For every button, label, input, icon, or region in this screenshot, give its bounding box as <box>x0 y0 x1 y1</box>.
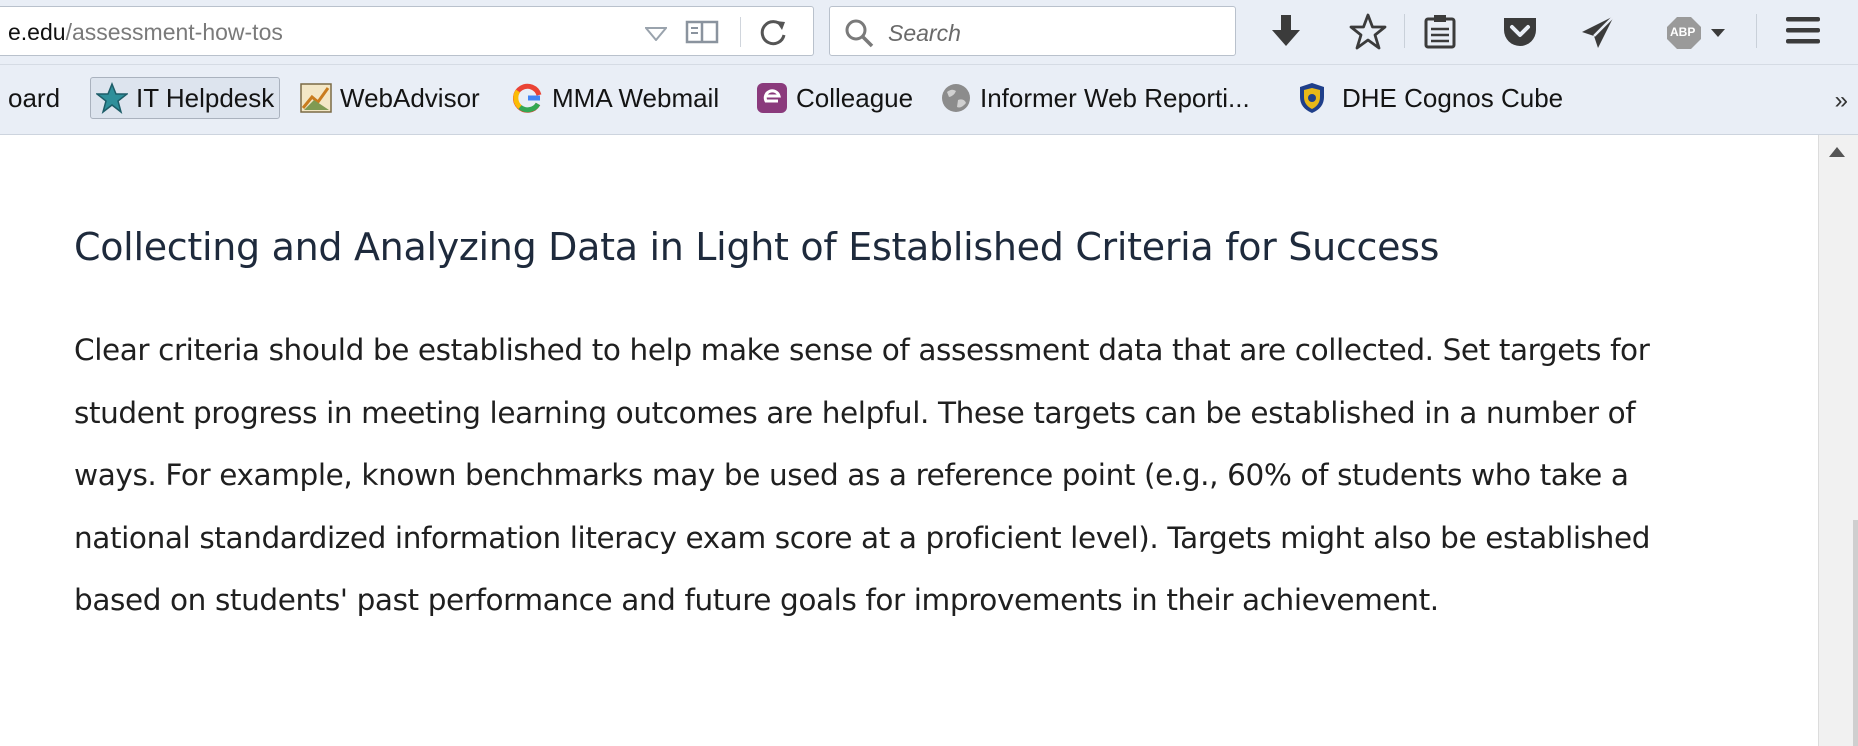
bookmark-it-helpdesk[interactable]: IT Helpdesk <box>90 77 281 119</box>
bookmark-label: WebAdvisor <box>340 82 480 113</box>
bookmarks-menu-icon[interactable] <box>1420 12 1460 52</box>
bookmark-label: Colleague <box>796 82 914 113</box>
bookmark-mma-webmail[interactable]: MMA Webmail <box>512 77 719 119</box>
star-icon <box>96 82 128 114</box>
adblock-label: ABP <box>1670 25 1696 39</box>
shield-icon <box>1300 83 1324 113</box>
toolbar-separator <box>1756 14 1757 48</box>
hamburger-menu-icon[interactable] <box>1784 14 1824 54</box>
adblock-button[interactable]: ABP <box>1666 16 1732 50</box>
chevron-down-icon <box>1711 29 1725 37</box>
url-path: /assessment-how-tos <box>65 19 283 45</box>
url-host: e.edu <box>8 19 66 45</box>
address-bar[interactable]: e.edu/assessment-how-tos <box>0 6 814 56</box>
colleague-icon <box>757 83 787 113</box>
bookmark-star-icon[interactable] <box>1348 12 1388 52</box>
reload-icon[interactable] <box>758 17 790 49</box>
vertical-scrollbar[interactable] <box>1818 135 1858 746</box>
bookmark-label: MMA Webmail <box>552 82 720 113</box>
toolbar-separator <box>1404 14 1405 48</box>
bookmark-informer[interactable]: Informer Web Reporti... <box>940 77 1250 119</box>
bookmark-label: IT Helpdesk <box>136 82 275 113</box>
search-box[interactable]: Search <box>829 6 1236 56</box>
webadvisor-icon <box>300 83 332 113</box>
bookmark-webadvisor[interactable]: WebAdvisor <box>300 77 480 119</box>
bookmarks-toolbar: oard IT Helpdesk WebAdvisor MMA Webmail … <box>0 65 1858 135</box>
browser-toolbar: e.edu/assessment-how-tos Search ABP <box>0 0 1858 65</box>
search-icon <box>845 19 874 48</box>
bookmark-dashboard[interactable]: oard <box>8 77 60 119</box>
bookmark-label: Informer Web Reporti... <box>980 82 1250 113</box>
dropdown-arrow-icon[interactable] <box>645 27 667 41</box>
google-icon <box>512 83 542 113</box>
scroll-thumb[interactable] <box>1853 520 1858 746</box>
reader-view-icon[interactable] <box>684 17 720 47</box>
bookmark-dhe-cognos[interactable]: DHE Cognos Cube <box>1296 77 1563 119</box>
bookmark-label: DHE Cognos Cube <box>1342 82 1564 113</box>
bookmarks-overflow-button[interactable]: » <box>1835 87 1848 115</box>
section-paragraph: Clear criteria should be established to … <box>74 333 1651 617</box>
pocket-icon[interactable] <box>1500 12 1540 52</box>
page-content: Collecting and Analyzing Data in Light o… <box>0 135 1818 746</box>
bookmark-colleague[interactable]: Colleague <box>756 77 913 119</box>
url-separator <box>740 17 741 47</box>
search-input[interactable]: Search <box>888 20 961 47</box>
url-text[interactable]: e.edu/assessment-how-tos <box>8 19 283 46</box>
section-heading: Collecting and Analyzing Data in Light o… <box>74 225 1440 269</box>
bookmark-label: oard <box>8 82 61 113</box>
scroll-up-arrow-icon[interactable] <box>1829 147 1845 157</box>
download-icon[interactable] <box>1266 12 1306 52</box>
globe-icon <box>942 84 970 112</box>
send-tab-icon[interactable] <box>1578 12 1618 52</box>
